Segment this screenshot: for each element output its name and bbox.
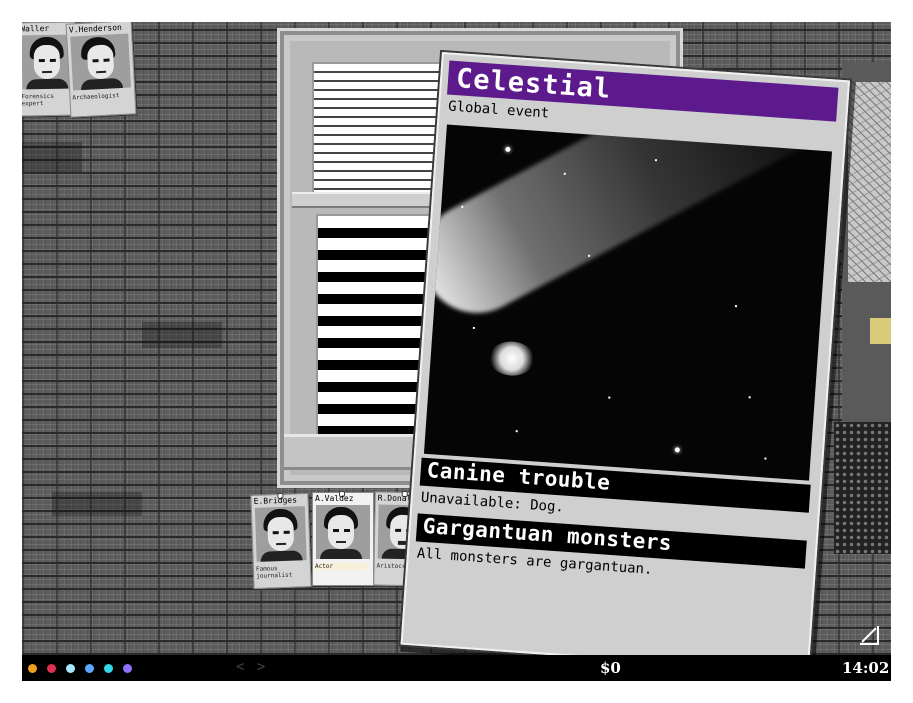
star: [764, 457, 767, 460]
star: [563, 172, 566, 175]
status-dot[interactable]: [66, 664, 75, 673]
character-role: Forensics expert: [22, 92, 55, 108]
character-card-a-valdez[interactable]: A.Valdez Actor: [312, 491, 374, 586]
status-dot[interactable]: [104, 664, 113, 673]
clock: 14:02: [842, 659, 890, 677]
character-name: A.Valdez: [315, 494, 354, 503]
star: [608, 396, 611, 399]
star: [461, 205, 464, 208]
event-card[interactable]: Celestial Global event Canine trouble Un…: [400, 52, 851, 674]
star: [515, 430, 518, 433]
brick-shade: [52, 492, 142, 516]
character-portrait: [22, 34, 73, 90]
comet-head: [487, 340, 536, 378]
card-subtitle: Global event: [447, 98, 550, 122]
sticky-note[interactable]: [870, 318, 891, 344]
nav-arrows[interactable]: < >: [236, 659, 267, 675]
status-dot[interactable]: [28, 664, 37, 673]
card-title: Celestial: [455, 63, 613, 105]
brick-shade: [22, 142, 82, 172]
character-portrait: [316, 505, 370, 559]
star: [748, 396, 751, 399]
status-dot[interactable]: [123, 664, 132, 673]
star: [505, 146, 511, 153]
status-dot[interactable]: [85, 664, 94, 673]
character-portrait: [70, 33, 132, 91]
star: [654, 159, 658, 162]
typewriter[interactable]: [834, 422, 891, 554]
character-role: Archaeologist: [72, 92, 120, 102]
resize-corner-icon[interactable]: [858, 624, 880, 646]
character-card-v-henderson[interactable]: V.Henderson Archaeologist: [65, 22, 137, 118]
status-dot[interactable]: [47, 664, 56, 673]
money-counter: $0: [600, 659, 621, 677]
star: [472, 326, 475, 329]
character-portrait: [254, 506, 307, 562]
game-viewport: Waller Forensics expert V.Henderson Arch…: [22, 22, 891, 681]
star: [674, 447, 680, 453]
comet-image: [423, 124, 833, 481]
comet-tail: [423, 124, 826, 333]
character-role: Famous journalist: [255, 565, 293, 580]
brick-shade: [142, 322, 222, 348]
star: [588, 254, 591, 257]
character-name: E.Bridges: [253, 495, 298, 506]
city-map[interactable]: [848, 82, 891, 282]
status-bar: < > $0 14:02: [22, 655, 891, 681]
character-role: Actor: [315, 563, 367, 570]
star: [734, 305, 738, 308]
character-card-e-bridges[interactable]: E.Bridges Famous journalist: [250, 492, 312, 589]
